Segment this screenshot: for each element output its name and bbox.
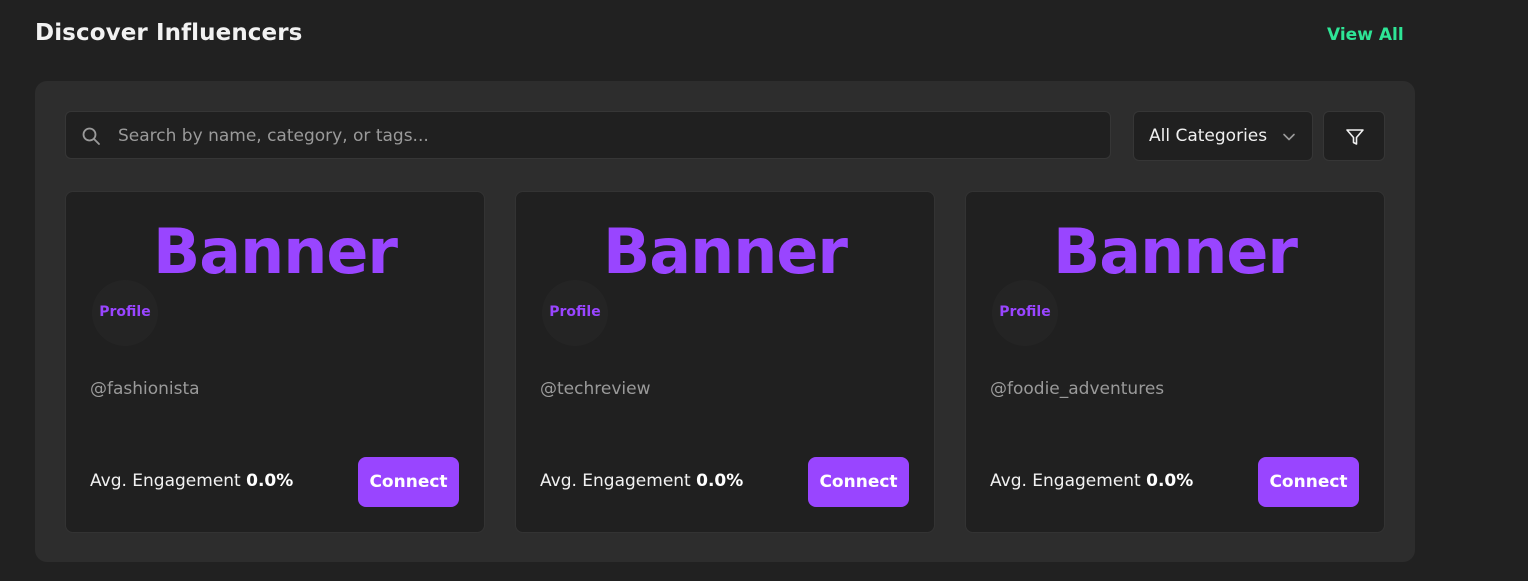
filter-button[interactable] [1323,111,1385,161]
avg-engagement: Avg. Engagement 0.0% [540,471,743,491]
banner-placeholder: Banner [1053,215,1298,288]
influencer-card: Banner Profile @techreview Avg. Engageme… [515,191,935,533]
avatar: Profile [542,280,608,346]
discover-influencers-page: Discover Influencers View All All Catego… [0,0,1528,581]
influencer-panel: All Categories Banner Profile @fashionis… [35,81,1415,562]
influencer-handle: @foodie_adventures [990,379,1165,399]
profile-placeholder: Profile [549,304,601,320]
banner-placeholder: Banner [153,215,398,288]
avg-engagement-label: Avg. Engagement [540,471,691,491]
section-title: Discover Influencers [35,20,303,46]
chevron-down-icon [1283,133,1295,141]
avg-engagement-value: 0.0% [246,471,294,491]
avg-engagement-label: Avg. Engagement [90,471,241,491]
avg-engagement: Avg. Engagement 0.0% [90,471,293,491]
search-box[interactable] [65,111,1111,160]
profile-placeholder: Profile [99,304,151,320]
avatar: Profile [992,280,1058,346]
influencer-handle: @fashionista [90,379,200,399]
connect-button[interactable]: Connect [1258,457,1359,507]
search-icon [82,127,100,145]
avg-engagement-label: Avg. Engagement [990,471,1141,491]
view-all-link[interactable]: View All [1327,25,1404,45]
profile-placeholder: Profile [999,304,1051,320]
avg-engagement: Avg. Engagement 0.0% [990,471,1193,491]
influencer-card: Banner Profile @foodie_adventures Avg. E… [965,191,1385,533]
influencer-card: Banner Profile @fashionista Avg. Engagem… [65,191,485,533]
connect-button[interactable]: Connect [808,457,909,507]
connect-button[interactable]: Connect [358,457,459,507]
category-select-value: All Categories [1149,126,1268,146]
avg-engagement-value: 0.0% [696,471,744,491]
search-input[interactable] [116,112,1100,160]
filter-icon [1346,129,1364,145]
banner-placeholder: Banner [603,215,848,288]
avatar: Profile [92,280,158,346]
avg-engagement-value: 0.0% [1146,471,1194,491]
influencer-handle: @techreview [540,379,651,399]
category-select[interactable]: All Categories [1133,111,1313,161]
